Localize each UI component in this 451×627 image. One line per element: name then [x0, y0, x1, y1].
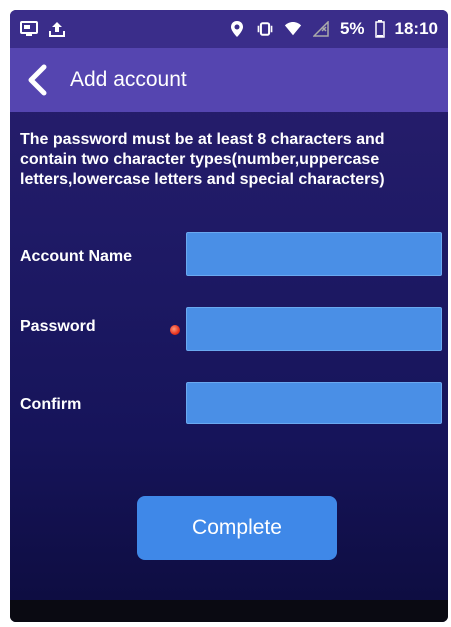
- account-name-row: Account Name: [20, 248, 132, 266]
- clock: 18:10: [394, 19, 438, 38]
- password-label: Password: [20, 318, 96, 335]
- confirm-password-input[interactable]: [186, 382, 442, 424]
- complete-button[interactable]: Complete: [137, 496, 337, 560]
- confirm-row: Confirm: [20, 396, 81, 414]
- battery-percent: 5%: [339, 19, 365, 38]
- vibrate-icon: [256, 20, 274, 38]
- back-chevron-icon[interactable]: [24, 64, 52, 96]
- app-header: Add account: [10, 48, 448, 112]
- account-name-label: Account Name: [20, 248, 133, 265]
- screen-mirror-icon: [20, 20, 38, 38]
- no-signal-icon: [312, 20, 330, 38]
- wifi-icon: [284, 20, 302, 38]
- bottom-bezel: [10, 600, 448, 622]
- password-rules-text: The password must be at least 8 characte…: [20, 131, 385, 188]
- password-input[interactable]: [186, 307, 442, 351]
- status-left: [20, 20, 66, 38]
- phone-screen: 5% 18:10 Add account The password must b…: [10, 10, 448, 622]
- battery-icon: [374, 20, 385, 38]
- status-right: 5% 18:10: [228, 19, 438, 39]
- location-icon: [228, 20, 246, 38]
- confirm-label: Confirm: [20, 396, 82, 413]
- page-title: Add account: [70, 68, 187, 91]
- password-row: Password: [20, 318, 96, 336]
- status-bar: 5% 18:10: [10, 10, 448, 48]
- upload-icon: [48, 20, 66, 38]
- required-indicator-icon: [170, 325, 180, 335]
- account-name-input[interactable]: [186, 232, 442, 276]
